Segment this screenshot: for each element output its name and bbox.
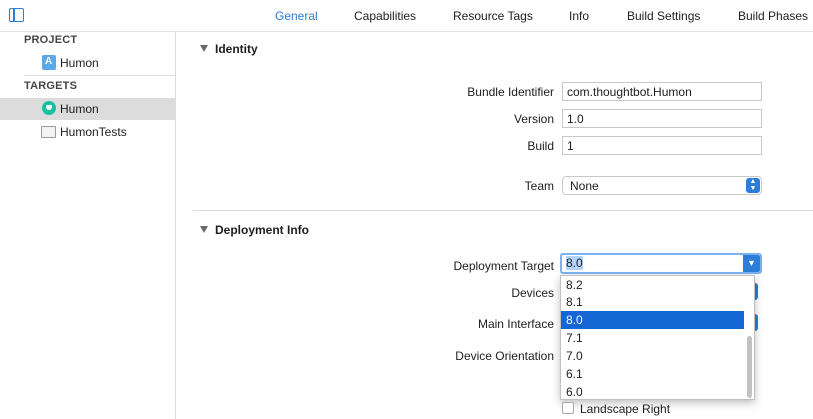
- sidebar-item-target-humontests[interactable]: HumonTests: [0, 121, 175, 143]
- sidebar-item-target-humon[interactable]: Humon: [0, 98, 175, 120]
- deployment-target-selected-text: 8.0: [566, 256, 583, 270]
- project-target-sidebar: PROJECT Humon TARGETS Humon HumonTests: [0, 32, 176, 419]
- sidebar-toggle-icon[interactable]: [9, 8, 24, 22]
- tab-build-phases[interactable]: Build Phases: [738, 9, 808, 23]
- folder-icon: [41, 126, 56, 138]
- targets-header: TARGETS: [24, 80, 78, 92]
- disclosure-triangle-icon[interactable]: [200, 226, 208, 233]
- deployment-target-value: 8.0: [566, 256, 583, 270]
- app-project-icon: [42, 55, 56, 70]
- section-divider: [193, 210, 813, 211]
- dropdown-option-selected[interactable]: 8.0: [561, 311, 744, 329]
- build-field[interactable]: [562, 136, 762, 155]
- landscape-right-checkbox[interactable]: [562, 402, 574, 414]
- dropdown-option[interactable]: 7.0: [561, 347, 744, 365]
- dropdown-option[interactable]: 6.0: [561, 383, 744, 399]
- deployment-target-combo[interactable]: 8.0 ▼: [560, 253, 762, 274]
- deployment-target-label: Deployment Target: [453, 259, 555, 273]
- dropdown-option[interactable]: 7.1: [561, 329, 744, 347]
- sidebar-item-label: Humon: [60, 102, 99, 116]
- dropdown-scrollbar[interactable]: [747, 336, 752, 398]
- devices-label: Devices: [511, 286, 554, 300]
- team-value: None: [570, 179, 599, 193]
- app-target-icon: [42, 101, 56, 115]
- tab-build-settings[interactable]: Build Settings: [627, 9, 700, 23]
- device-orientation-label: Device Orientation: [455, 349, 554, 363]
- tab-capabilities[interactable]: Capabilities: [354, 9, 416, 23]
- sidebar-item-label: HumonTests: [60, 125, 127, 139]
- main-interface-label: Main Interface: [477, 317, 554, 331]
- chevron-down-icon[interactable]: ▼: [743, 255, 760, 272]
- editor-tab-bar: General Capabilities Resource Tags Info …: [0, 0, 813, 32]
- bundle-identifier-field[interactable]: [562, 82, 762, 101]
- sidebar-divider: [24, 75, 175, 76]
- tab-resource-tags[interactable]: Resource Tags: [453, 9, 533, 23]
- tab-general[interactable]: General: [275, 9, 318, 23]
- dropdown-option[interactable]: 8.2: [561, 276, 744, 294]
- landscape-right-label: Landscape Right: [580, 402, 671, 416]
- tab-info[interactable]: Info: [569, 9, 589, 23]
- project-header: PROJECT: [24, 34, 78, 46]
- version-label: Version: [513, 112, 554, 126]
- bundle-identifier-label: Bundle Identifier: [467, 85, 554, 99]
- team-popup[interactable]: None ▲ ▼: [562, 176, 762, 195]
- identity-section-title: Identity: [215, 42, 258, 56]
- disclosure-triangle-icon[interactable]: [200, 45, 208, 52]
- deployment-section-title: Deployment Info: [215, 223, 310, 237]
- up-down-arrows-icon: ▲ ▼: [746, 178, 760, 193]
- sidebar-item-label: Humon: [60, 56, 99, 70]
- sidebar-item-project-humon[interactable]: Humon: [0, 52, 175, 74]
- dropdown-option[interactable]: 8.1: [561, 293, 744, 311]
- build-label: Build: [527, 139, 554, 153]
- dropdown-option[interactable]: 6.1: [561, 365, 744, 383]
- deployment-target-dropdown: 8.2 8.1 8.0 7.1 7.0 6.1 6.0: [560, 275, 755, 400]
- general-settings-panel: Identity Bundle Identifier Version Build…: [177, 32, 813, 419]
- team-label: Team: [524, 179, 554, 193]
- version-field[interactable]: [562, 109, 762, 128]
